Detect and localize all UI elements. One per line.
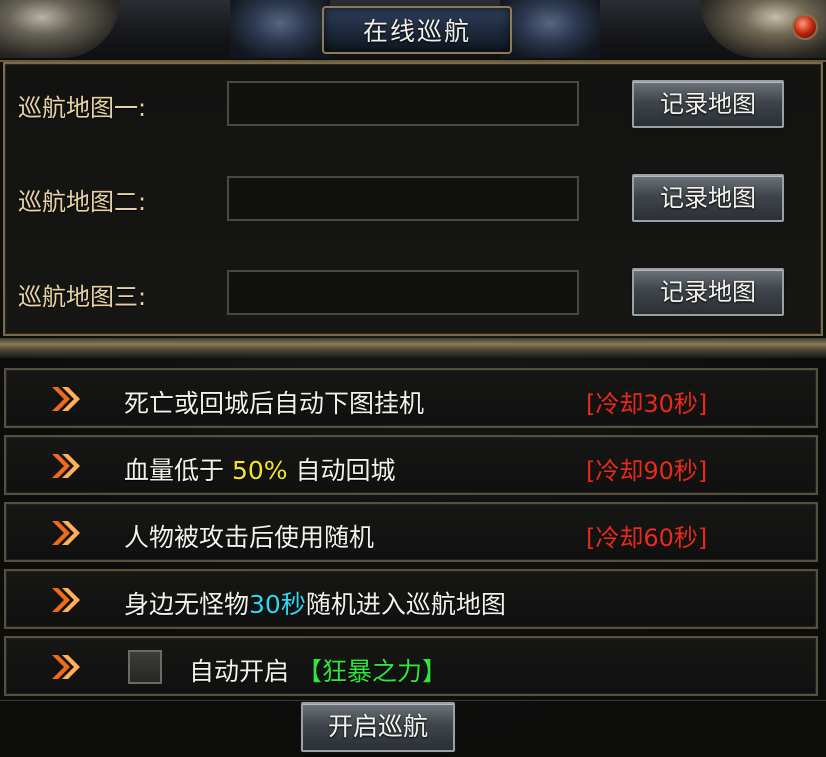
option-text-before: 血量低于 bbox=[124, 456, 232, 485]
record-map-2-button[interactable]: 记录地图 bbox=[632, 174, 784, 222]
record-map-1-button[interactable]: 记录地图 bbox=[632, 80, 784, 128]
cooldown-label: [冷却30秒] bbox=[586, 390, 708, 418]
start-patrol-button[interactable]: 开启巡航 bbox=[301, 702, 455, 752]
hp-threshold-value: 50% bbox=[231, 456, 288, 485]
map-1-label: 巡航地图一: bbox=[18, 94, 147, 122]
option-text: 自动开启 【狂暴之力】 bbox=[189, 652, 447, 688]
cooldown-label: [冷却90秒] bbox=[586, 457, 708, 485]
option-row-attacked-random: 人物被攻击后使用随机 [冷却60秒] bbox=[4, 502, 818, 562]
record-map-3-button[interactable]: 记录地图 bbox=[632, 268, 784, 316]
option-text-before: 自动开启 bbox=[189, 657, 297, 686]
section-divider bbox=[0, 338, 826, 358]
close-gem-icon[interactable] bbox=[792, 14, 818, 40]
option-text: 人物被攻击后使用随机 bbox=[124, 523, 375, 552]
dragon-ornament-left bbox=[0, 0, 120, 58]
ornament-left-inner bbox=[230, 0, 330, 58]
title-plate: 在线巡航 bbox=[322, 6, 512, 54]
ornament-right-inner bbox=[500, 0, 600, 58]
option-text-before: 身边无怪物 bbox=[124, 590, 250, 619]
arrow-right-icon bbox=[52, 454, 80, 478]
option-text: 死亡或回城后自动下图挂机 bbox=[124, 389, 425, 418]
option-text-after: 随机进入巡航地图 bbox=[305, 590, 506, 619]
option-text-after: 自动回城 bbox=[287, 456, 396, 485]
option-row-no-monster: 身边无怪物30秒随机进入巡航地图 bbox=[4, 569, 818, 629]
arrow-right-icon bbox=[52, 655, 80, 679]
option-row-auto-berserk: 自动开启 【狂暴之力】 bbox=[4, 636, 818, 696]
arrow-right-icon bbox=[52, 521, 80, 545]
window-title: 在线巡航 bbox=[362, 17, 471, 46]
map-3-input[interactable] bbox=[227, 270, 579, 315]
patrol-window: 在线巡航 巡航地图一: 记录地图 巡航地图二: 记录地图 巡航地图三: 记录地图… bbox=[0, 0, 826, 756]
map-2-input[interactable] bbox=[227, 176, 579, 221]
title-bar: 在线巡航 bbox=[0, 0, 826, 62]
map-2-label: 巡航地图二: bbox=[18, 188, 147, 216]
option-row-death-return: 死亡或回城后自动下图挂机 [冷却30秒] bbox=[4, 368, 818, 428]
auto-berserk-checkbox[interactable] bbox=[128, 650, 162, 684]
arrow-right-icon bbox=[52, 588, 80, 612]
option-row-low-hp: 血量低于 50% 自动回城 [冷却90秒] bbox=[4, 435, 818, 495]
option-text: 血量低于 50% 自动回城 bbox=[124, 451, 395, 487]
map-3-label: 巡航地图三: bbox=[18, 283, 147, 311]
berserk-skill-name: 【狂暴之力】 bbox=[296, 657, 447, 686]
map-1-input[interactable] bbox=[227, 81, 579, 126]
arrow-right-icon bbox=[52, 387, 80, 411]
idle-seconds-value: 30秒 bbox=[249, 590, 306, 619]
cooldown-label: [冷却60秒] bbox=[586, 524, 708, 552]
option-text: 身边无怪物30秒随机进入巡航地图 bbox=[124, 585, 506, 621]
